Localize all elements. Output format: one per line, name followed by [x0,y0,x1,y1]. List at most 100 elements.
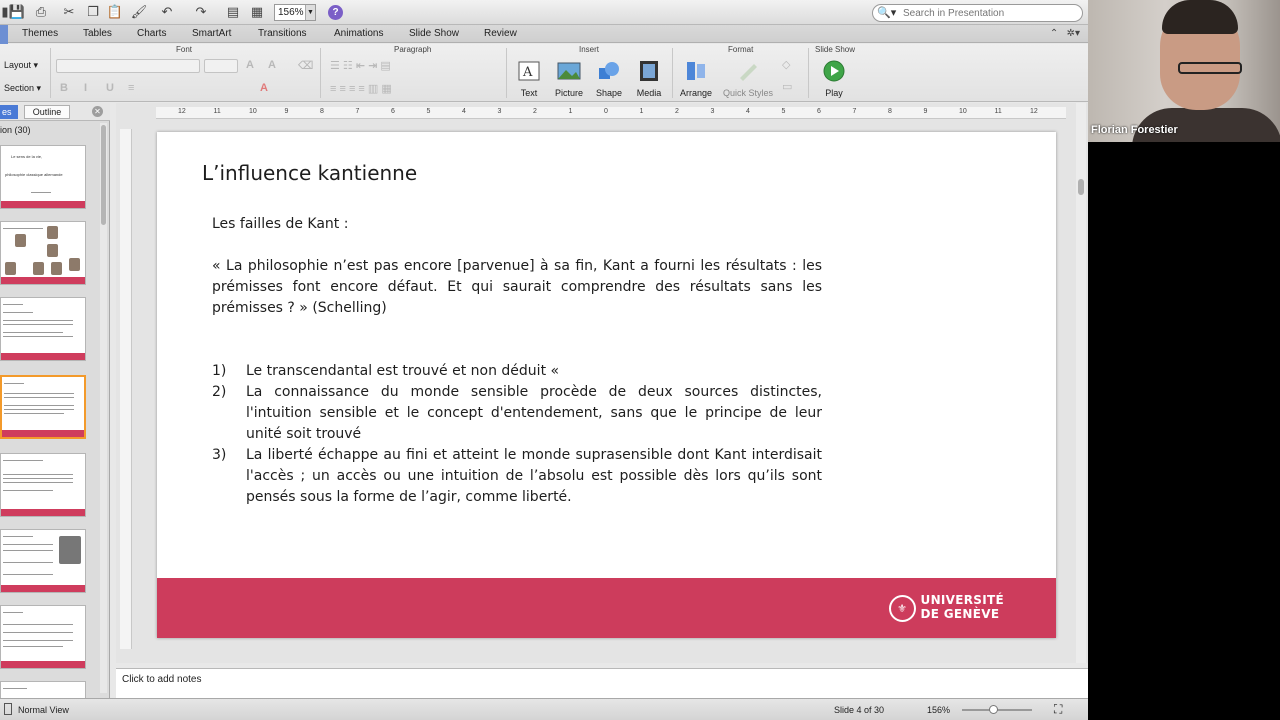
ruler-tick-label: 8 [888,108,892,115]
text-button-label: Text [520,88,538,98]
text-button[interactable]: A Text [507,58,551,100]
format-painter-icon[interactable]: 🖌 [130,3,148,21]
tab-slide-show[interactable]: Slide Show [409,28,459,39]
font-name-field[interactable] [56,59,200,73]
shrink-font-icon[interactable]: A [268,59,276,71]
presenter-hair [1162,0,1238,34]
undo-icon[interactable]: ↶ [158,3,176,21]
copy-icon[interactable]: ❐ [84,3,102,21]
powerpoint-window: ▮ 💾 ⎙ ✂ ❐ 📋 🖌 ↶ ↷ ▤ ▦ 156% ▼ ? 🔍▾ Themes… [0,0,1088,720]
slide-thumbnail-selected[interactable] [0,375,86,439]
tab-themes[interactable]: Themes [22,28,58,39]
picture-button[interactable]: Picture [547,58,591,100]
zoom-slider[interactable] [962,705,1032,714]
tab-review[interactable]: Review [484,28,517,39]
panel-scrollbar[interactable] [100,123,107,693]
help-icon[interactable]: ? [328,5,343,20]
save-icon[interactable]: 💾 [8,3,26,21]
university-seal-icon: ⚜ [888,595,916,622]
schelling-quote[interactable]: « La philosophie n’est pas encore [parve… [212,256,822,319]
slide-thumbnail[interactable] [0,453,86,517]
font-color-icon[interactable]: A [260,82,268,94]
bold-icon[interactable]: B [60,82,68,94]
tab-charts[interactable]: Charts [137,28,166,39]
university-logo: ⚜ UNIVERSITÉ DE GENÈVE [888,593,1004,623]
thumbnail-line [3,460,43,461]
font-size-field[interactable] [204,59,238,73]
arrange-button-label: Arrange [679,88,713,98]
portrait-thumbnail [5,262,16,275]
thumbnail-line [3,544,53,545]
status-zoom-value: 156% [927,705,951,715]
bullets-icon[interactable]: ☰ ☷ ⇤ ⇥ ▤ [330,59,391,72]
thumbnail-line [4,397,74,398]
normal-view-icon[interactable] [4,703,12,715]
shape-button[interactable]: Shape [587,58,631,100]
slide-thumbnail[interactable] [0,605,86,669]
slide-canvas[interactable]: L’influence kantienne Les failles de Kan… [157,132,1056,638]
list-item[interactable]: 3) La liberté échappe au fini et atteint… [212,445,822,508]
clear-format-icon[interactable]: ⌫ [298,59,314,72]
tab-smartart[interactable]: SmartArt [192,28,231,39]
list-item[interactable]: 2) La connaissance du monde sensible pro… [212,382,822,445]
tab-home[interactable] [0,25,8,44]
slide-subtitle[interactable]: Les failles de Kant : [212,216,348,232]
tab-tables[interactable]: Tables [83,28,112,39]
search-icon[interactable]: 🔍▾ [877,5,899,21]
thumbnail-footer [1,277,85,284]
search-input[interactable] [903,6,1078,20]
line-icon[interactable]: ▭ [782,80,792,93]
list-item[interactable]: 1) Le transcendantal est trouvé et non d… [212,361,822,382]
ribbon-collapse-icon[interactable]: ⌃ ✲▾ [1050,28,1080,39]
align-icon[interactable]: ≡ ≡ ≡ ≡ ▥ ▦ [330,82,392,95]
vertical-ruler [120,129,132,649]
slide-thumbnail[interactable] [0,297,86,361]
ruler-tick-label: 7 [355,108,360,115]
fit-window-icon[interactable]: ⛶ [1054,702,1062,717]
tab-slides[interactable]: es [0,105,18,119]
redo-icon[interactable]: ↷ [192,3,210,21]
gallery-icon[interactable]: ▦ [248,3,266,21]
zoom-dropdown[interactable]: 156% ▼ [274,4,316,21]
print-icon[interactable]: ⎙ [32,3,50,21]
zoom-slider-thumb[interactable] [989,705,998,714]
tab-outline[interactable]: Outline [24,105,70,119]
tab-animations[interactable]: Animations [334,28,383,39]
standard-toolbar: ▮ 💾 ⎙ ✂ ❐ 📋 🖌 ↶ ↷ ▤ ▦ 156% ▼ ? 🔍▾ [0,0,1088,25]
quick-styles-button[interactable]: Quick Styles [720,58,776,100]
slide-layout-icon[interactable]: ▤ [224,3,242,21]
grow-font-icon[interactable]: A [246,59,254,71]
slide-thumbnail[interactable] [0,221,86,285]
ruler-tick-label: 6 [817,108,821,115]
layout-button[interactable]: Layout ▾ [4,60,38,71]
scrollbar-thumb[interactable] [101,125,106,225]
list-text: La liberté échappe au fini et atteint le… [246,447,822,505]
paste-icon[interactable]: 📋 [106,3,124,21]
thumbnail-line [3,474,73,475]
slide-counter: Slide 4 of 30 [834,705,885,715]
italic-icon[interactable]: I [84,82,87,94]
notes-placeholder[interactable]: Click to add notes [122,674,202,685]
tab-transitions[interactable]: Transitions [258,28,307,39]
slide-editor: 12 11 10 9 8 7 6 5 4 3 2 1 0 1 2 3 4 5 6 7 8 9 10 11 12 L’influe… [116,103,1088,663]
underline-icon[interactable]: U [106,82,114,94]
strikethrough-icon[interactable]: ≡ [128,82,134,94]
editor-scrollbar[interactable] [1076,103,1086,663]
thumbnail-line [4,405,74,406]
section-label: ion (30) [0,125,31,135]
slide-title[interactable]: L’influence kantienne [202,161,417,185]
thumbnail-footer [1,585,85,592]
slide-thumbnail[interactable] [0,529,86,593]
thumbnail-line [4,413,64,414]
cut-icon[interactable]: ✂ [60,3,78,21]
scrollbar-thumb[interactable] [1078,179,1084,195]
slide-thumbnail[interactable]: Le sens de la vie, philosophie classique… [0,145,86,209]
play-button[interactable]: Play [812,58,856,100]
close-icon[interactable]: ✕ [92,106,103,117]
notes-pane[interactable]: Click to add notes [116,668,1088,698]
section-button[interactable]: Section ▾ [4,83,41,94]
arrange-button[interactable]: Arrange [674,58,718,100]
play-icon [823,60,845,82]
media-button[interactable]: Media [627,58,671,100]
fill-icon[interactable]: ◇ [782,58,790,71]
